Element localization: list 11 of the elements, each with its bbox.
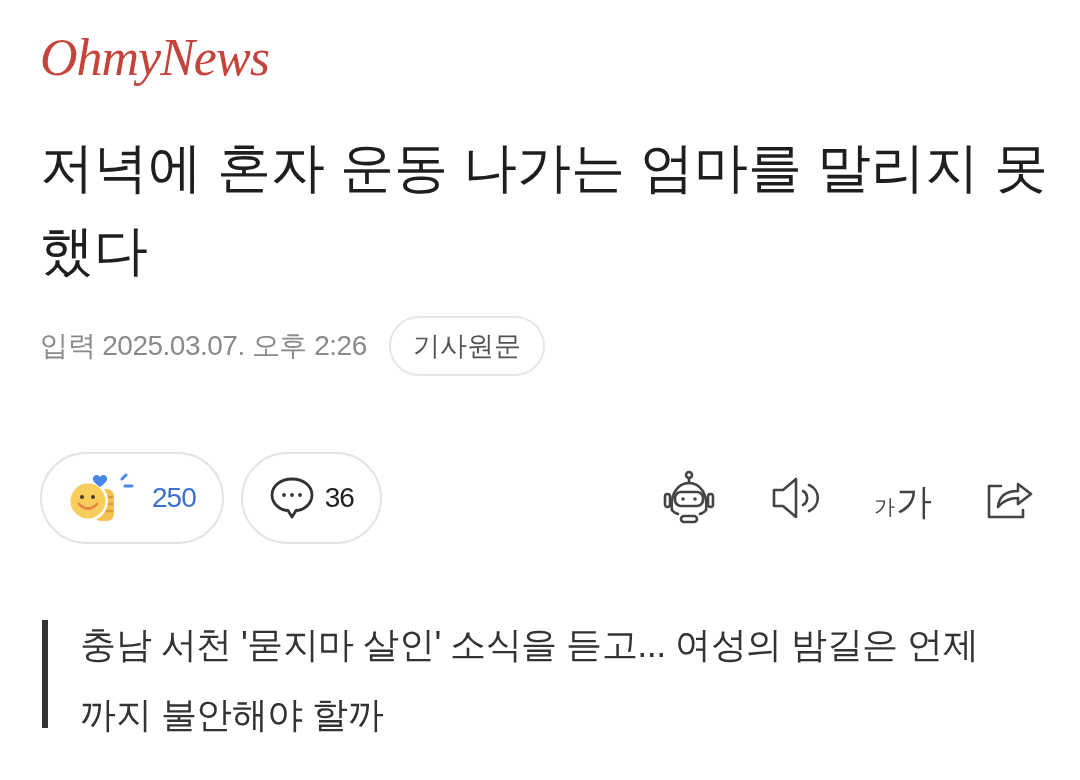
like-button[interactable]: 250 [40, 452, 224, 544]
speech-bubble-icon [268, 476, 315, 520]
comment-button[interactable]: 36 [240, 452, 382, 544]
original-article-button[interactable]: 기사원문 [388, 316, 545, 376]
logo[interactable]: OhmyNews [40, 26, 269, 90]
subtitle: 충남 서천 '묻지마 살인' 소식을 듣고... 여성의 밤길은 언제까지 불안해야 할까 [80, 623, 980, 737]
robot-icon [661, 470, 717, 526]
speaker-icon [772, 477, 820, 519]
font-size-button[interactable]: 가가 [873, 468, 933, 528]
headline: 저녁에 혼자 운동 나가는 엄마를 말리지 못했다 [40, 136, 1050, 282]
publish-date: 입력 2025.03.07. 오후 2:26 [40, 329, 367, 363]
